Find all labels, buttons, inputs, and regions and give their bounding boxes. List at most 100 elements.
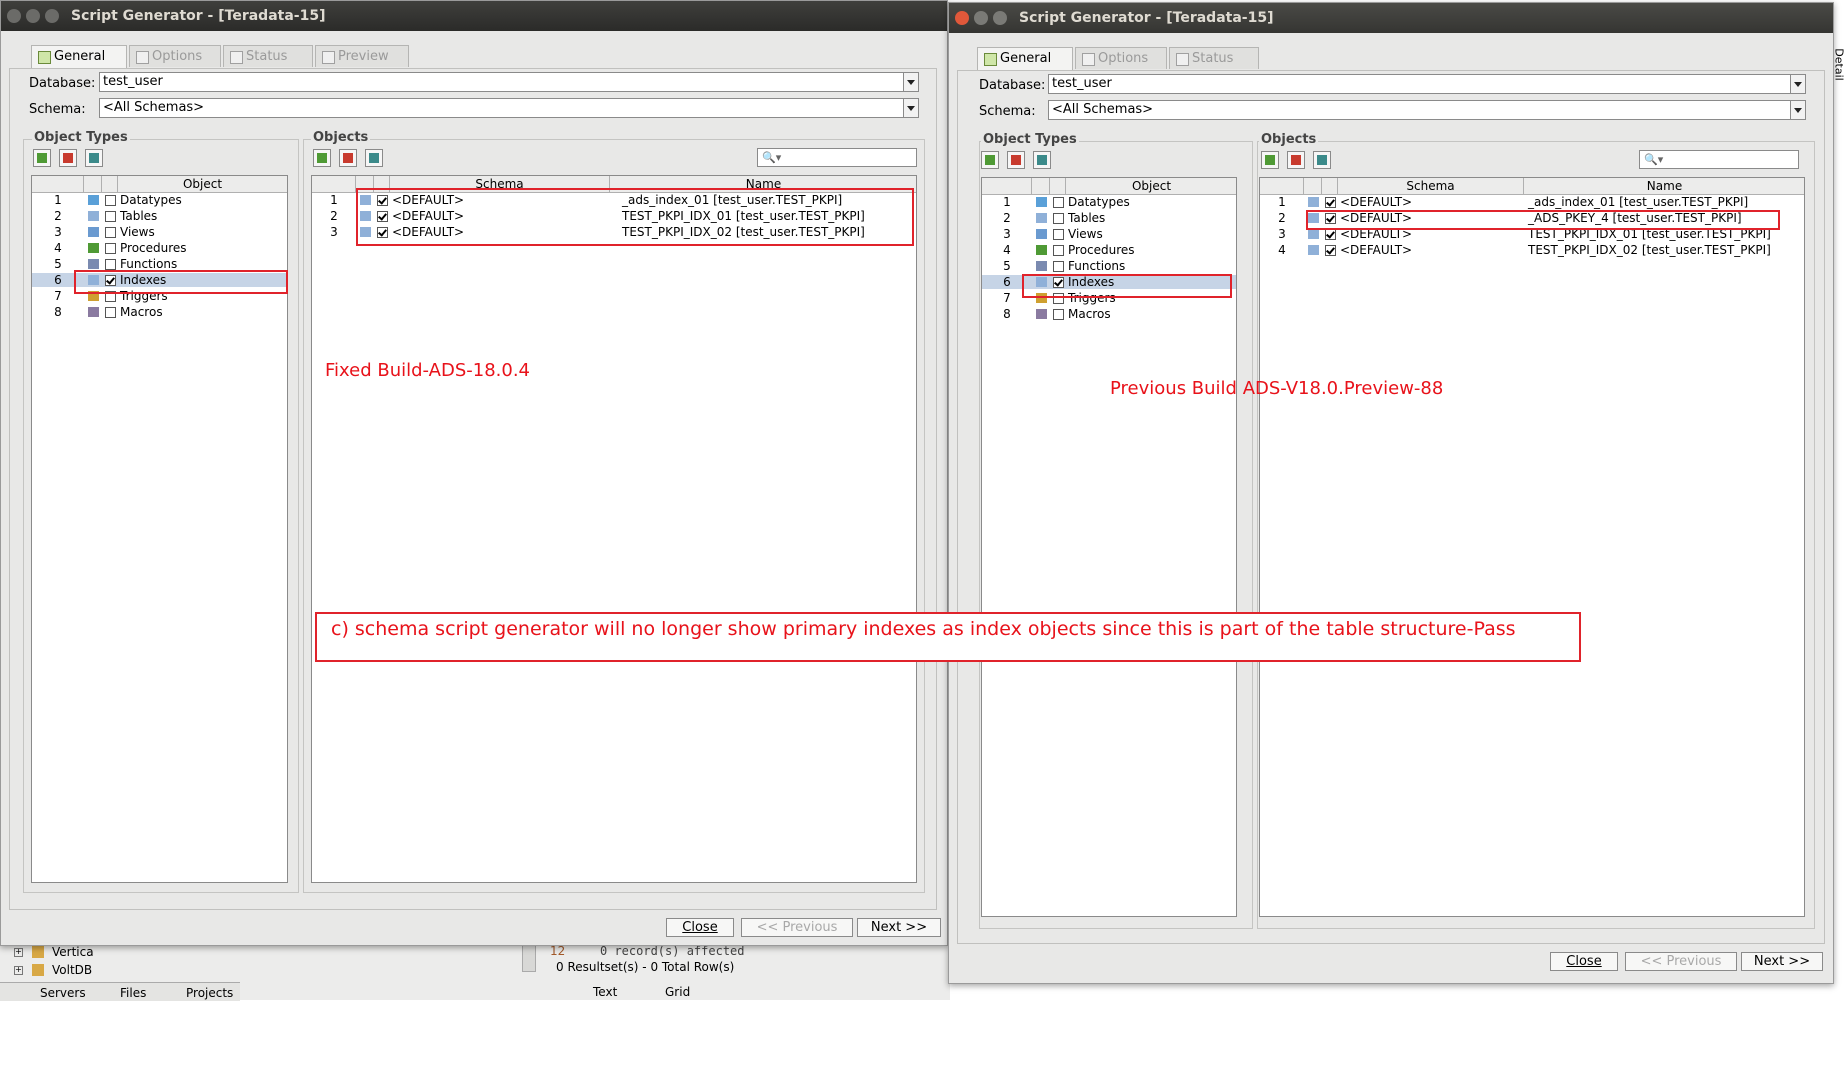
object-type-row[interactable]: 5 Functions xyxy=(32,257,287,271)
object-name: TEST_PKPI_IDX_02 [test_user.TEST_PKPI] xyxy=(1528,243,1771,257)
close-button[interactable]: Close xyxy=(666,918,734,937)
tab-general[interactable]: General xyxy=(977,47,1073,71)
previous-button[interactable]: << Previous xyxy=(1625,952,1737,971)
right-script-generator-window: Script Generator - [Teradata-15] General… xyxy=(948,2,1834,984)
object-type-checkbox[interactable] xyxy=(105,307,116,318)
object-type-checkbox[interactable] xyxy=(1053,197,1064,208)
object-type-checkbox[interactable] xyxy=(1053,261,1064,272)
object-schema: <DEFAULT> xyxy=(1340,195,1413,209)
invert-objects-button[interactable] xyxy=(1313,151,1331,169)
maximize-window-icon[interactable] xyxy=(993,11,1007,25)
schema-column-header[interactable]: Schema xyxy=(1338,178,1524,194)
object-checkbox[interactable] xyxy=(1325,229,1336,240)
deselect-all-button[interactable] xyxy=(59,149,77,167)
object-type-row[interactable]: 2 Tables xyxy=(32,209,287,223)
side-label-detail: Detail xyxy=(1833,48,1845,81)
next-button[interactable]: Next >> xyxy=(1741,952,1823,971)
object-type-row[interactable]: 1 Datatypes xyxy=(982,195,1236,209)
row-number: 1 xyxy=(54,193,62,207)
minimize-window-icon[interactable] xyxy=(974,11,988,25)
schema-combo[interactable]: <All Schemas> xyxy=(1048,100,1806,120)
invert-objects-button[interactable] xyxy=(365,149,383,167)
tab-options[interactable]: Options xyxy=(1075,47,1167,69)
object-type-checkbox[interactable] xyxy=(1053,245,1064,256)
object-type-checkbox[interactable] xyxy=(105,195,116,206)
close-window-icon[interactable] xyxy=(955,11,969,25)
next-button[interactable]: Next >> xyxy=(857,918,941,937)
chevron-down-icon xyxy=(1790,101,1805,119)
object-type-icon xyxy=(1036,261,1047,271)
object-type-row[interactable]: 4 Procedures xyxy=(982,243,1236,257)
object-row[interactable]: 4 <DEFAULT> TEST_PKPI_IDX_02 [test_user.TE… xyxy=(1260,243,1804,257)
schema-combo[interactable]: <All Schemas> xyxy=(99,98,919,118)
previous-build-annotation: Previous Build ADS-V18.0.Preview-88 xyxy=(1110,378,1444,399)
object-row[interactable]: 1 <DEFAULT> _ads_index_01 [test_user.TEST_… xyxy=(1260,195,1804,209)
object-checkbox[interactable] xyxy=(1325,197,1336,208)
object-schema: <DEFAULT> xyxy=(1340,243,1413,257)
object-type-row[interactable]: 8 Macros xyxy=(32,305,287,319)
chevron-down-icon xyxy=(1790,75,1805,93)
object-type-checkbox[interactable] xyxy=(1053,309,1064,320)
object-type-row[interactable]: 2 Tables xyxy=(982,211,1236,225)
object-type-row[interactable]: 8 Macros xyxy=(982,307,1236,321)
row-number: 1 xyxy=(330,193,338,207)
title-bar[interactable]: Script Generator - [Teradata-15] xyxy=(949,3,1833,33)
objects-search-input[interactable]: 🔍▾ xyxy=(1639,150,1799,169)
minimize-window-icon[interactable] xyxy=(26,9,40,23)
deselect-all-objects-button[interactable] xyxy=(339,149,357,167)
object-type-icon xyxy=(1036,197,1047,207)
select-all-button[interactable] xyxy=(981,151,999,169)
tab-general[interactable]: General xyxy=(31,45,127,69)
name-column-header[interactable]: Name xyxy=(1524,178,1804,194)
objects-title: Objects xyxy=(1259,132,1319,147)
maximize-window-icon[interactable] xyxy=(45,9,59,23)
invert-selection-button[interactable] xyxy=(1033,151,1051,169)
object-type-checkbox[interactable] xyxy=(105,211,116,222)
invert-selection-button[interactable] xyxy=(85,149,103,167)
tab-servers[interactable]: Servers xyxy=(40,986,86,1000)
database-combo[interactable]: test_user xyxy=(1048,74,1806,94)
tab-status[interactable]: Status xyxy=(1169,47,1259,69)
deselect-all-button[interactable] xyxy=(1007,151,1025,169)
row-number: 1 xyxy=(1003,195,1011,209)
database-label: Database: xyxy=(29,76,96,91)
deselect-all-objects-button[interactable] xyxy=(1287,151,1305,169)
invert-selection-icon xyxy=(1037,155,1047,165)
object-column-header[interactable]: Object xyxy=(118,176,287,192)
object-type-checkbox[interactable] xyxy=(105,227,116,238)
select-all-objects-button[interactable] xyxy=(1261,151,1279,169)
tab-text[interactable]: Text xyxy=(593,985,617,999)
object-checkbox[interactable] xyxy=(1325,245,1336,256)
tab-options[interactable]: Options xyxy=(129,45,221,67)
tab-grid[interactable]: Grid xyxy=(665,985,690,999)
note-text: c) schema script generator will no longe… xyxy=(331,618,1516,640)
objects-search-input[interactable]: 🔍▾ xyxy=(757,148,917,167)
tab-projects[interactable]: Projects xyxy=(186,986,233,1000)
select-all-objects-button[interactable] xyxy=(313,149,331,167)
close-button[interactable]: Close xyxy=(1550,952,1618,971)
status-tab-icon xyxy=(1176,53,1189,66)
object-type-label: Macros xyxy=(1068,307,1111,321)
previous-button[interactable]: << Previous xyxy=(741,918,853,937)
object-type-checkbox[interactable] xyxy=(105,259,116,270)
title-bar[interactable]: Script Generator - [Teradata-15] xyxy=(1,1,947,31)
tab-status[interactable]: Status xyxy=(223,45,313,67)
select-all-button[interactable] xyxy=(33,149,51,167)
tab-preview[interactable]: Preview xyxy=(315,45,409,67)
object-type-checkbox[interactable] xyxy=(105,243,116,254)
object-type-row[interactable]: 3 Views xyxy=(982,227,1236,241)
object-type-row[interactable]: 5 Functions xyxy=(982,259,1236,273)
row-number: 4 xyxy=(1003,243,1011,257)
object-column-header[interactable]: Object xyxy=(1066,178,1236,194)
object-type-row[interactable]: 4 Procedures xyxy=(32,241,287,255)
database-combo[interactable]: test_user xyxy=(99,72,919,92)
fixed-build-annotation: Fixed Build-ADS-18.0.4 xyxy=(325,360,530,381)
tab-files[interactable]: Files xyxy=(120,986,146,1000)
object-type-row[interactable]: 1 Datatypes xyxy=(32,193,287,207)
close-window-icon[interactable] xyxy=(7,9,21,23)
row-number: 5 xyxy=(54,257,62,271)
object-type-checkbox[interactable] xyxy=(1053,229,1064,240)
window-title: Script Generator - [Teradata-15] xyxy=(71,8,326,24)
object-type-checkbox[interactable] xyxy=(1053,213,1064,224)
object-type-row[interactable]: 3 Views xyxy=(32,225,287,239)
